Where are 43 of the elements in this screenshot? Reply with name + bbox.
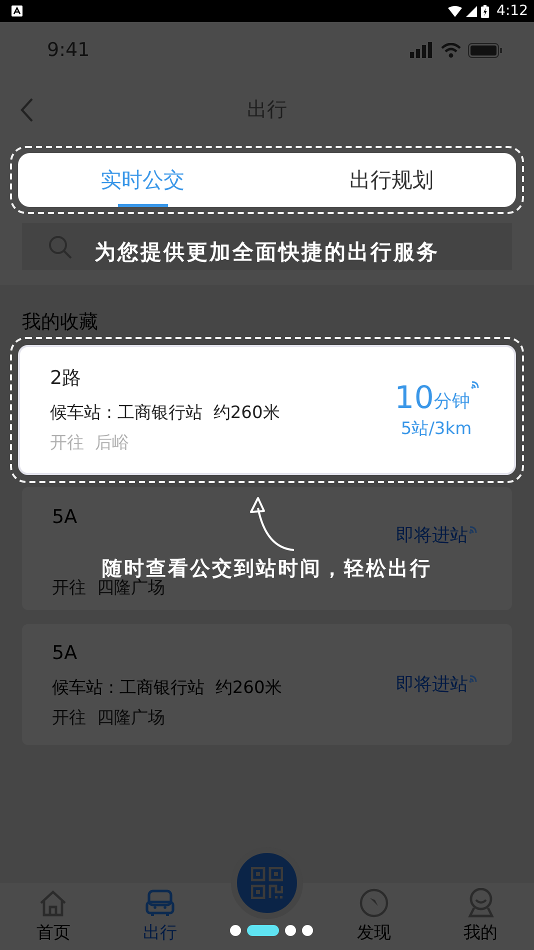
clock: 4:12 <box>496 3 528 19</box>
qr-code-icon <box>250 867 283 899</box>
eta-minutes: 10 <box>394 380 434 414</box>
user-icon <box>466 888 496 918</box>
realtime-signal-icon <box>469 524 478 534</box>
app-notification-icon <box>11 5 23 17</box>
eta-detail: 5站/3km <box>400 418 472 440</box>
wifi-icon <box>441 42 461 58</box>
route-name: 5A <box>52 504 78 530</box>
status-time: 9:41 <box>47 39 90 61</box>
realtime-signal-icon <box>469 672 478 682</box>
signal-icon <box>410 42 434 58</box>
guide-tip: 随时查看公交到站时间，轻松出行 <box>102 556 432 580</box>
route-name: 5A <box>52 640 78 666</box>
section-title: 我的收藏 <box>22 310 99 335</box>
realtime-signal-icon <box>471 378 480 388</box>
nav-item[interactable]: 发现 <box>320 883 428 950</box>
car-icon <box>145 888 176 918</box>
wifi-icon <box>448 6 462 16</box>
nav-item[interactable]: 首页 <box>0 883 107 950</box>
arrival-status: 即将进站 <box>396 526 468 546</box>
eta-unit: 分钟 <box>434 390 470 412</box>
route-card[interactable]: 5A 候车站 : 工商银行站 约260米 开往 四隆广场 即将进站 <box>22 624 512 745</box>
nav-item[interactable]: 我的 <box>427 883 534 950</box>
destination: 开往 四隆广场 <box>52 578 165 600</box>
nav-item[interactable]: 出行 <box>106 883 214 950</box>
signal-icon <box>466 6 477 16</box>
battery-icon <box>468 42 502 58</box>
route-card[interactable]: 2路 候车站 : 工商银行站 约260米 开往 后峪 10分钟 5站/3km <box>18 345 516 475</box>
search-icon <box>48 234 72 258</box>
stop-info: 候车站 : 工商银行站 约260米 <box>50 402 280 425</box>
stop-info: 候车站 : 工商银行站 约260米 <box>52 676 282 700</box>
tab[interactable]: 出行规划 <box>267 153 516 207</box>
tab[interactable]: 实时公交 <box>18 153 267 207</box>
destination: 开往 后峪 <box>50 432 130 455</box>
compass-icon <box>358 888 389 918</box>
destination: 开往 四隆广场 <box>52 706 166 730</box>
search-field[interactable] <box>22 223 512 270</box>
route-name: 2路 <box>50 366 82 391</box>
guide-tip: 为您提供更加全面快捷的出行服务 <box>94 240 440 264</box>
home-icon <box>38 888 68 918</box>
battery-charging-icon <box>480 4 489 18</box>
arrival-status: 即将进站 <box>396 674 468 694</box>
